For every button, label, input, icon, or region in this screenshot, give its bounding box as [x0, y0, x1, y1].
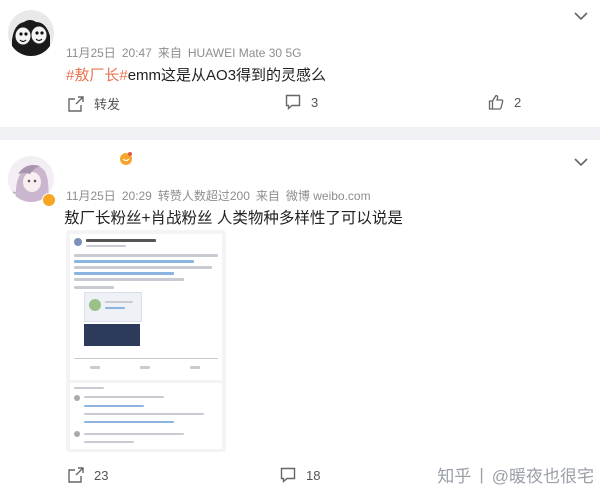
- comment-icon: [285, 94, 301, 110]
- vip-icon: [118, 150, 134, 169]
- comment-count: 18: [306, 467, 321, 483]
- post-body: 敖厂长粉丝+肖战粉丝 人类物种多样性了可以说是: [64, 210, 403, 227]
- svg-text:♪: ♪: [11, 191, 17, 201]
- post-meta: 11月25日 20:29 转赞人数超过200 来自 微博 weibo.com: [66, 187, 377, 204]
- post-meta: 11月25日 20:47 来自 HUAWEI Mate 30 5G: [66, 44, 307, 61]
- repost-stat: 转赞人数超过200: [157, 189, 250, 203]
- share-icon: [68, 467, 84, 483]
- action-bar: 转发 3 2: [0, 94, 600, 118]
- comment-count: 3: [311, 94, 319, 110]
- weibo-post-1: 11月25日 20:47 来自 HUAWEI Mate 30 5G #敖厂长#emm这…: [0, 0, 600, 127]
- post-source: 微博 weibo.com: [285, 189, 371, 203]
- comment-button[interactable]: 18: [280, 467, 320, 483]
- repost-label: 转发: [94, 97, 121, 112]
- zhihu-watermark: 知乎 | @暖夜也很宅: [437, 462, 594, 487]
- repost-count: 23: [94, 467, 109, 483]
- chevron-down-icon[interactable]: [574, 8, 588, 21]
- topic-tag[interactable]: #敖厂长#: [66, 67, 128, 84]
- post-time: 20:47: [121, 46, 152, 60]
- source-prefix: 来自: [157, 46, 182, 60]
- post-time: 20:29: [121, 189, 152, 203]
- watermark-brand: 知乎: [437, 467, 472, 486]
- like-count: 2: [514, 94, 522, 110]
- verified-badge-icon: [42, 193, 56, 207]
- post-divider: [0, 127, 600, 140]
- user-avatar[interactable]: [8, 10, 54, 56]
- watermark-author: @暖夜也很宅: [491, 467, 594, 486]
- post-source: HUAWEI Mate 30 5G: [187, 46, 302, 60]
- like-button[interactable]: 2: [488, 94, 521, 110]
- embedded-screenshot-image[interactable]: [66, 230, 226, 452]
- comment-icon: [280, 467, 296, 483]
- post-text: #敖厂长#emm这是从AO3得到的灵感么: [66, 64, 326, 85]
- source-prefix: 来自: [255, 189, 280, 203]
- thumbs-up-icon: [488, 94, 504, 110]
- repost-button[interactable]: 23: [68, 467, 108, 483]
- post-date: 11月25日: [66, 189, 116, 203]
- share-icon: [68, 95, 84, 112]
- post-body: emm这是从AO3得到的灵感么: [127, 67, 327, 84]
- weibo-post-2: ♪ 11月25日 20:29 转赞人数超过200 来自 微博 weibo.com 敖厂长…: [0, 140, 600, 499]
- chevron-down-icon[interactable]: [574, 154, 588, 167]
- comment-button[interactable]: 3: [285, 94, 318, 110]
- post-date: 11月25日: [66, 46, 116, 60]
- repost-button[interactable]: 转发: [68, 94, 120, 113]
